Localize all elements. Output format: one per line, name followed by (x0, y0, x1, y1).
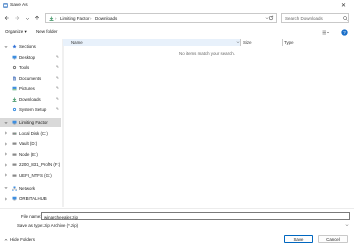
pin-icon: ✎ (56, 107, 60, 112)
new-folder-button[interactable]: New folder (36, 29, 58, 34)
cancel-button[interactable]: Cancel (318, 235, 348, 243)
collapsed-chevron-icon[interactable] (4, 131, 8, 135)
drive-icon (12, 131, 17, 136)
pin-icon: ✎ (56, 75, 60, 80)
expanded-chevron-icon[interactable] (4, 186, 8, 190)
collapsed-chevron-icon[interactable] (4, 152, 8, 156)
view-options-icon[interactable] (322, 30, 329, 35)
breadcrumb-separator: › (90, 16, 92, 22)
sidebar-item-downloads[interactable]: Downloads ✎ (0, 95, 61, 104)
breadcrumb-item-downloads[interactable]: Downloads (95, 16, 117, 21)
search-placeholder: Search Downloads (285, 16, 323, 22)
pin-icon: ✎ (56, 86, 60, 91)
collapsed-chevron-icon[interactable] (4, 142, 8, 146)
drive-icon (12, 173, 17, 178)
gear-icon (12, 107, 17, 112)
network-icon (12, 186, 17, 191)
close-icon[interactable]: ✕ (341, 2, 346, 9)
sidebar-item-this-pc[interactable]: Limiting Factor (0, 118, 61, 127)
hide-folders-label: Hide Folders (10, 237, 35, 242)
empty-results-message: No items match your search. (179, 51, 235, 56)
save-button[interactable]: Save (284, 235, 313, 243)
window-title: Save As (10, 2, 28, 8)
star-icon (12, 44, 17, 49)
document-icon (12, 76, 17, 81)
gear-icon (12, 65, 17, 70)
column-divider[interactable] (282, 39, 283, 46)
sidebar-item-documents[interactable]: Documents ✎ (0, 74, 61, 83)
sidebar-item-node-e[interactable]: Node (E:) (0, 150, 61, 159)
hide-folders-toggle[interactable]: Hide Folders (4, 237, 35, 242)
column-divider[interactable] (240, 39, 241, 46)
address-bar[interactable]: › Limiting Factor › Downloads (45, 13, 277, 23)
download-icon (12, 97, 17, 102)
sidebar-item-vault-d[interactable]: Vault (D:) (0, 139, 61, 148)
sidebar-item-uefi-ntfs-g[interactable]: UEFI_NTFS (G:) (0, 171, 61, 180)
organize-menu-button[interactable]: Organize ▾ (5, 29, 27, 35)
sidebar-item-orbitalhub[interactable]: ORBITALHUB (0, 194, 61, 203)
pin-icon: ✎ (56, 96, 60, 101)
sidebar-item-profn-f[interactable]: 2200_831_ProfN (F:) (0, 160, 61, 169)
column-header-type[interactable]: Type (284, 40, 294, 45)
title-bar (0, 0, 354, 11)
sidebar-item-system-setup[interactable]: System Setup ✎ (0, 105, 61, 114)
sidebar-item-sections[interactable]: Sections (0, 42, 61, 51)
search-input[interactable]: Search Downloads (281, 13, 349, 23)
file-name-label: File name: (21, 214, 42, 219)
column-header-name[interactable]: Name (71, 40, 83, 45)
pin-icon: ✎ (56, 54, 60, 59)
expanded-chevron-icon[interactable] (4, 121, 8, 125)
expanded-chevron-icon[interactable] (4, 45, 8, 49)
sidebar-item-desktop[interactable]: Desktop ✎ (0, 53, 61, 62)
help-icon[interactable]: ? (341, 28, 348, 36)
picture-icon (12, 86, 17, 91)
sidebar-scrollbar[interactable] (62, 39, 64, 207)
back-arrow-icon[interactable] (3, 14, 11, 22)
sidebar-item-network[interactable]: Network (0, 184, 61, 193)
file-name-input[interactable]: winarcheealer.zip (41, 212, 350, 220)
drive-icon (12, 141, 17, 146)
sidebar-item-local-disk-c[interactable]: Local Disk (C:) (0, 129, 61, 138)
pc-icon (12, 120, 17, 125)
collapsed-chevron-icon[interactable] (4, 163, 8, 167)
collapsed-chevron-icon[interactable] (4, 197, 8, 201)
sidebar-item-tools[interactable]: Tools ✎ (0, 63, 61, 72)
app-icon (3, 3, 8, 8)
recent-chevron-icon[interactable] (23, 14, 31, 22)
navigation-pane: Sections Desktop ✎ Tools ✎ Documents ✎ P… (0, 39, 62, 207)
search-icon (343, 16, 348, 21)
chevron-up-icon (4, 238, 8, 242)
drive-icon (12, 152, 17, 157)
forward-arrow-icon[interactable] (13, 14, 21, 22)
breadcrumb-separator: › (55, 16, 57, 22)
refresh-icon[interactable] (268, 15, 274, 21)
list-header: Name Size Type (62, 39, 354, 46)
sidebar-item-pictures[interactable]: Pictures ✎ (0, 84, 61, 93)
chevron-down-icon[interactable] (345, 223, 349, 227)
save-type-select[interactable]: .zip Archive (*.zip) (41, 221, 350, 229)
save-type-label: Save as type: (17, 222, 44, 228)
drive-icon (12, 162, 17, 167)
download-icon (49, 16, 54, 22)
breadcrumb-item-pc[interactable]: Limiting Factor (60, 16, 90, 21)
up-arrow-icon[interactable] (33, 14, 41, 22)
pc-icon (12, 196, 17, 201)
column-header-size[interactable]: Size (243, 40, 252, 45)
desktop-icon (12, 55, 17, 60)
pin-icon: ✎ (56, 65, 60, 70)
collapsed-chevron-icon[interactable] (4, 173, 8, 177)
